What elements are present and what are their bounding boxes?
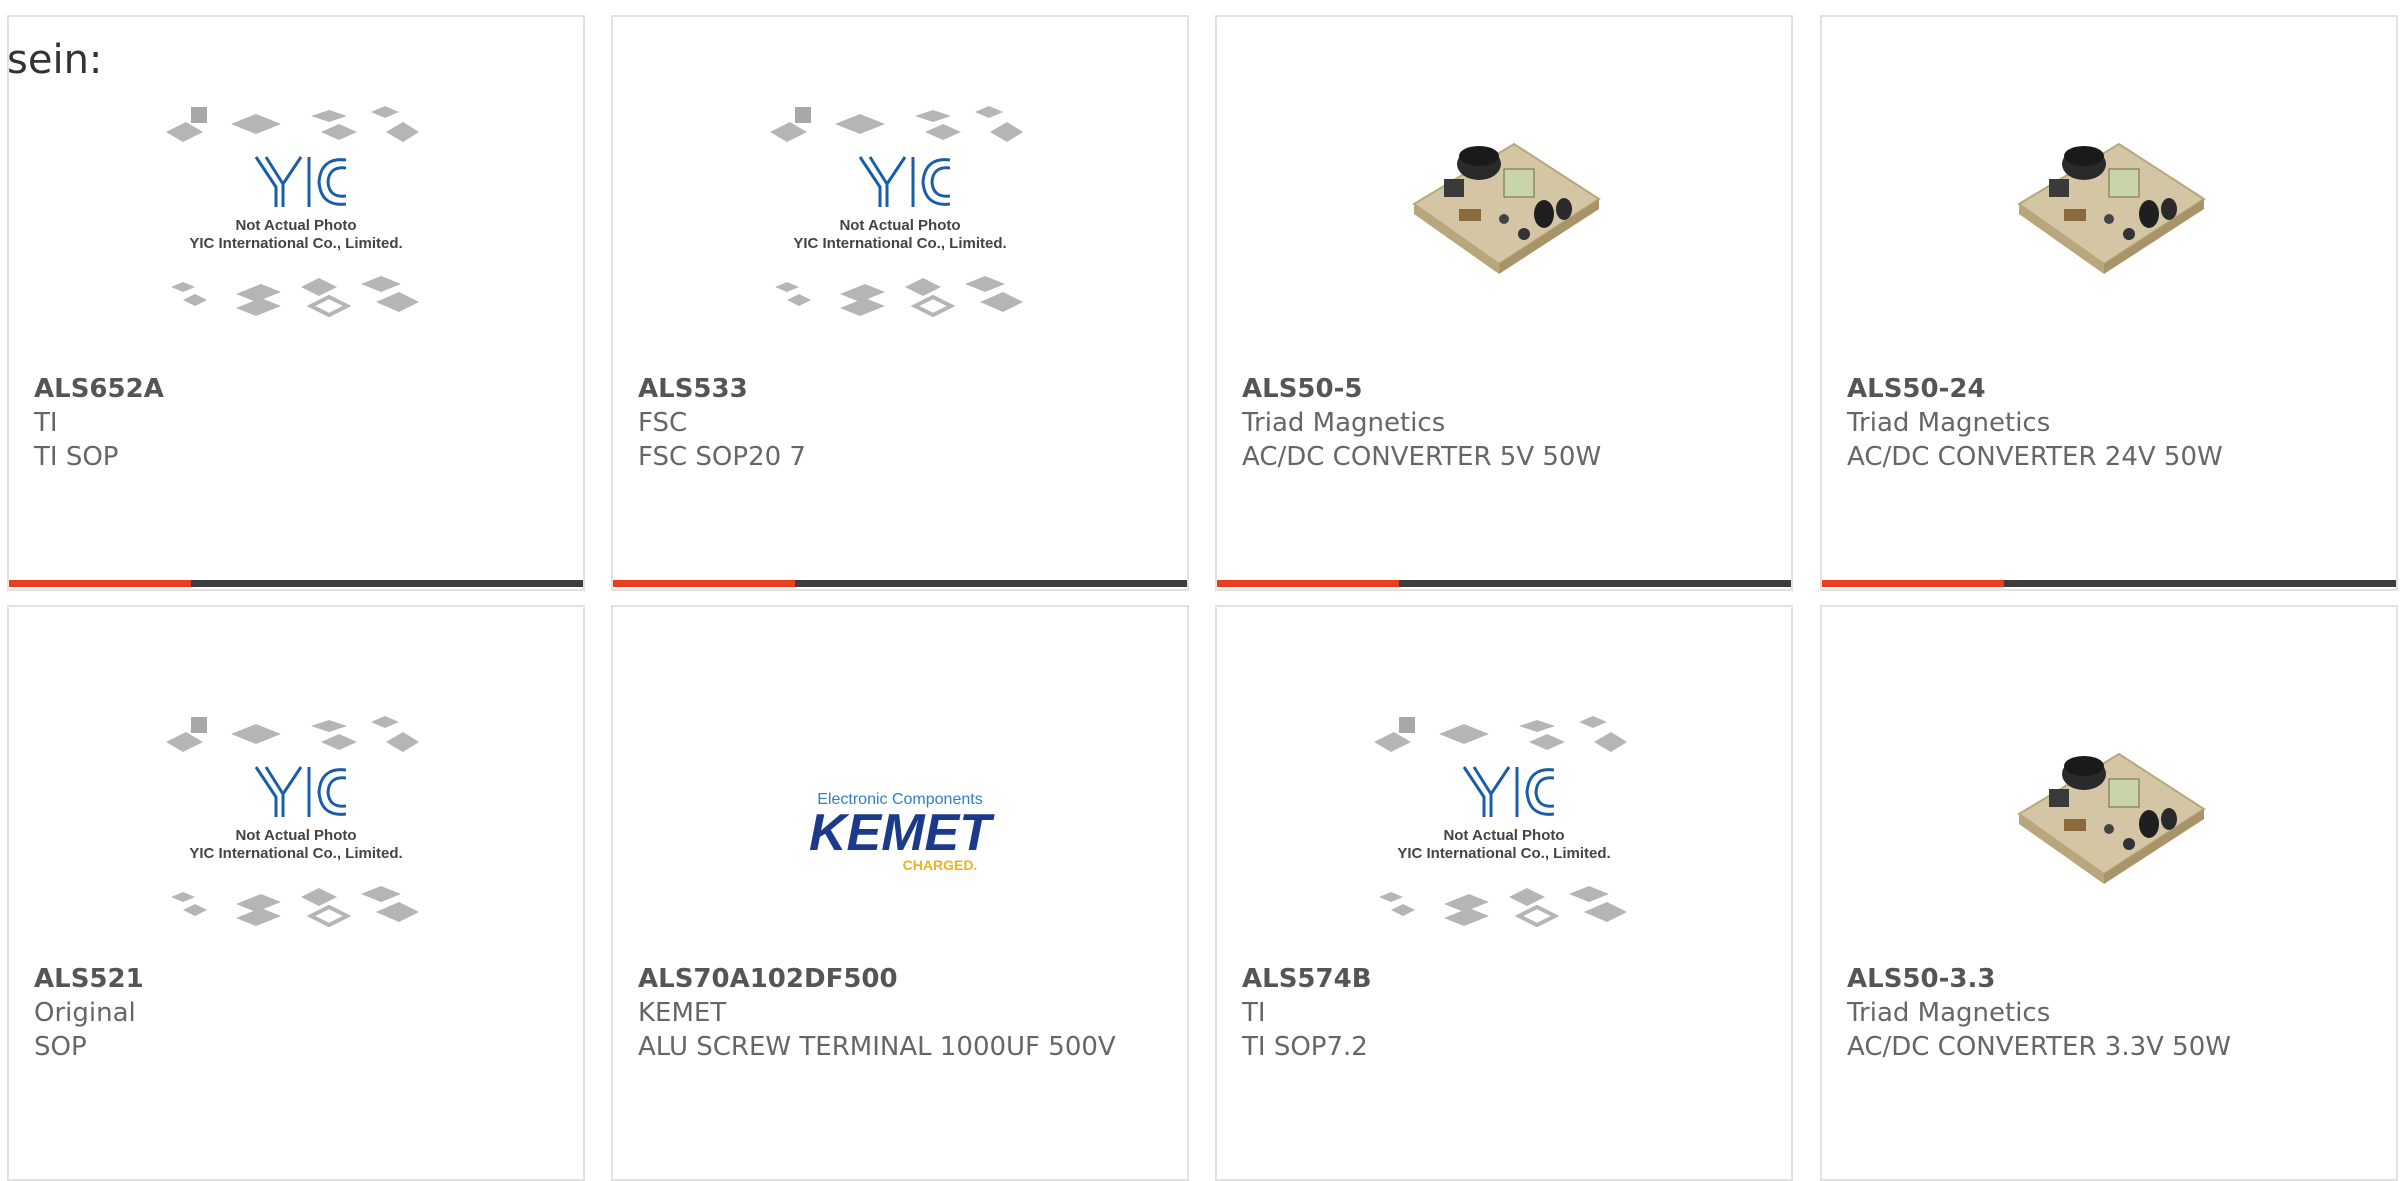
section-heading: sein: [7, 37, 103, 83]
product-image[interactable] [1822, 712, 2396, 982]
product-description: SOP [34, 1032, 87, 1062]
product-card[interactable]: ALS50-24 Triad Magnetics AC/DC CONVERTER 2… [1820, 15, 2398, 591]
product-part-number[interactable]: ALS574B [1242, 962, 1761, 996]
yic-caption-line2: YIC International Co., Limited. [189, 235, 402, 252]
product-info: ALS70A102DF500 KEMET ALU SCREW TERMINAL 10… [638, 962, 1157, 1064]
product-description: AC/DC CONVERTER 24V 50W [1847, 442, 2223, 472]
product-card[interactable]: Electronic Components KEMET CHARGED. ALS… [611, 605, 1189, 1181]
product-part-number[interactable]: ALS50-3.3 [1847, 962, 2366, 996]
product-card[interactable]: Not Actual Photo YIC International Co., … [7, 605, 585, 1181]
product-image[interactable]: Not Actual Photo YIC International Co., … [9, 102, 583, 372]
product-card[interactable]: ALS50-5 Triad Magnetics AC/DC CONVERTER 5V… [1215, 15, 1793, 591]
yic-caption-line1: Not Actual Photo [1443, 827, 1564, 844]
product-info: ALS50-5 Triad Magnetics AC/DC CONVERTER 5V… [1242, 372, 1761, 474]
card-footer-accent [9, 580, 191, 587]
product-part-number[interactable]: ALS70A102DF500 [638, 962, 1157, 996]
product-brand: FSC [638, 408, 688, 438]
product-description: AC/DC CONVERTER 5V 50W [1242, 442, 1602, 472]
card-footer-accent [613, 580, 795, 587]
product-info: ALS50-3.3 Triad Magnetics AC/DC CONVERTER … [1847, 962, 2366, 1064]
product-image[interactable] [1217, 102, 1791, 372]
product-description: TI SOP [34, 442, 119, 472]
yic-placeholder-image: Not Actual Photo YIC International Co., … [166, 716, 419, 928]
product-card[interactable]: ALS50-3.3 Triad Magnetics AC/DC CONVERTER … [1820, 605, 2398, 1181]
product-brand: KEMET [638, 998, 727, 1028]
yic-caption-line2: YIC International Co., Limited. [189, 845, 402, 862]
product-card[interactable]: Not Actual Photo YIC International Co., … [611, 15, 1189, 591]
product-part-number[interactable]: ALS652A [34, 372, 553, 406]
product-brand: Triad Magnetics [1847, 408, 2051, 438]
product-image[interactable]: Electronic Components KEMET CHARGED. [613, 712, 1187, 982]
product-part-number[interactable]: ALS533 [638, 372, 1157, 406]
product-card[interactable]: Not Actual Photo YIC International Co., … [7, 15, 585, 591]
product-info: ALS574B TI TI SOP7.2 [1242, 962, 1761, 1064]
product-brand: Triad Magnetics [1847, 998, 2051, 1028]
product-description: TI SOP7.2 [1242, 1032, 1368, 1062]
yic-placeholder-image: Not Actual Photo YIC International Co., … [166, 106, 419, 318]
yic-caption-line2: YIC International Co., Limited. [1397, 845, 1610, 862]
product-info: ALS521 Original SOP [34, 962, 553, 1064]
product-description: FSC SOP20 7 [638, 442, 806, 472]
product-part-number[interactable]: ALS50-5 [1242, 372, 1761, 406]
product-image[interactable]: Not Actual Photo YIC International Co., … [1217, 712, 1791, 982]
product-brand: TI [1242, 998, 1266, 1028]
card-footer-bar [1822, 580, 2396, 587]
kemet-tagline-bottom: CHARGED. [903, 857, 978, 873]
product-info: ALS533 FSC FSC SOP20 7 [638, 372, 1157, 474]
kemet-logo-image: Electronic Components KEMET CHARGED. [809, 791, 995, 873]
card-footer-accent [1217, 580, 1399, 587]
kemet-brand-text: KEMET [809, 804, 995, 862]
product-image[interactable]: Not Actual Photo YIC International Co., … [613, 102, 1187, 372]
product-brand: Original [34, 998, 136, 1028]
product-info: ALS50-24 Triad Magnetics AC/DC CONVERTER 2… [1847, 372, 2366, 474]
product-description: AC/DC CONVERTER 3.3V 50W [1847, 1032, 2231, 1062]
product-image[interactable]: Not Actual Photo YIC International Co., … [9, 712, 583, 982]
yic-caption-line1: Not Actual Photo [235, 217, 356, 234]
card-footer-bar [613, 580, 1187, 587]
product-part-number[interactable]: ALS50-24 [1847, 372, 2366, 406]
power-supply-board-image [1412, 142, 1601, 274]
yic-caption-line1: Not Actual Photo [839, 217, 960, 234]
power-supply-board-image [2017, 752, 2206, 884]
product-brand: Triad Magnetics [1242, 408, 1446, 438]
yic-placeholder-image: Not Actual Photo YIC International Co., … [770, 106, 1023, 318]
product-description: ALU SCREW TERMINAL 1000UF 500V [638, 1032, 1116, 1062]
card-footer-accent [1822, 580, 2004, 587]
card-footer-bar [9, 580, 583, 587]
yic-caption-line1: Not Actual Photo [235, 827, 356, 844]
power-supply-board-image [2017, 142, 2206, 274]
product-info: ALS652A TI TI SOP [34, 372, 553, 474]
yic-placeholder-image: Not Actual Photo YIC International Co., … [1374, 716, 1627, 928]
product-part-number[interactable]: ALS521 [34, 962, 553, 996]
product-brand: TI [34, 408, 58, 438]
card-footer-bar [1217, 580, 1791, 587]
yic-caption-line2: YIC International Co., Limited. [793, 235, 1006, 252]
product-card[interactable]: Not Actual Photo YIC International Co., … [1215, 605, 1793, 1181]
product-image[interactable] [1822, 102, 2396, 372]
